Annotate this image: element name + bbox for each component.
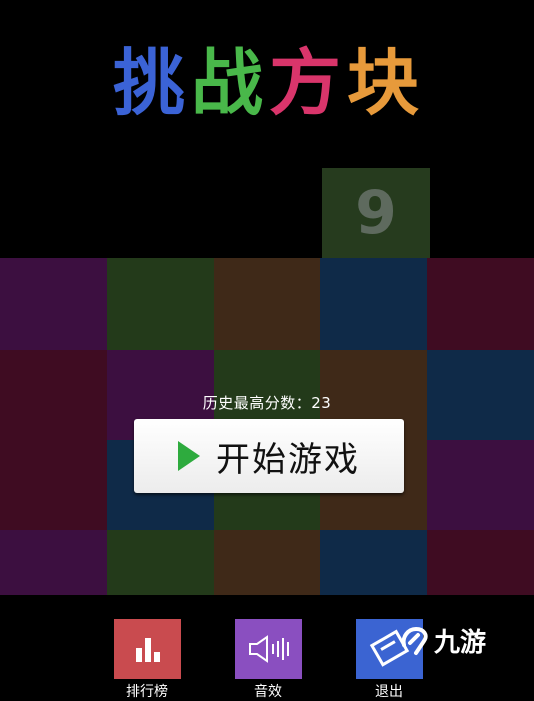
title-char: 方 [269, 41, 344, 125]
title-char: 战 [190, 41, 265, 125]
game-title: 挑战方块 [0, 38, 534, 128]
title-char: 块 [347, 41, 422, 125]
quit-label: 退出 [375, 684, 403, 700]
best-score-label: 历史最高分数：23 [202, 394, 332, 412]
board-cell [320, 530, 428, 595]
board-cell [213, 530, 321, 595]
falling-block: 9 [322, 168, 430, 258]
sound-label: 音效 [254, 684, 282, 700]
board-cell [213, 258, 321, 350]
board-cell [427, 530, 534, 595]
start-game-label: 开始游戏 [216, 439, 360, 480]
leaderboard-button[interactable] [114, 619, 181, 679]
board-cell [0, 440, 107, 530]
block-number: 9 [355, 178, 397, 248]
nine-game-logo-icon [401, 626, 428, 655]
board-cell [320, 258, 428, 350]
sound-button[interactable] [235, 619, 302, 679]
start-game-button[interactable]: 开始游戏 [134, 419, 404, 493]
leaderboard-label: 排行榜 [126, 684, 168, 700]
board-cell [106, 258, 214, 350]
board-cell [427, 440, 534, 530]
watermark-text: 九游 [434, 628, 487, 658]
play-icon [178, 441, 200, 471]
speaker-icon [248, 635, 289, 663]
board-cell [106, 530, 214, 595]
bar-chart-icon [135, 638, 160, 662]
title-char: 挑 [112, 41, 187, 125]
watermark: 九游 [398, 622, 486, 659]
board-cell [0, 530, 107, 595]
board-cell [427, 258, 534, 350]
board-cell [0, 258, 107, 350]
